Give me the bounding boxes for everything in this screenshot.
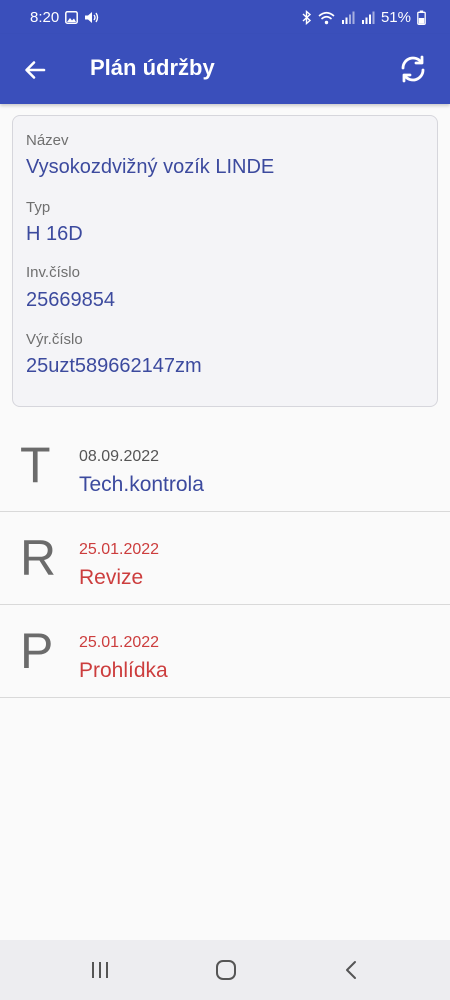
status-bar-left: 8:20 <box>30 9 99 26</box>
item-date: 25.01.2022 <box>79 541 160 558</box>
item-letter: R <box>20 530 57 586</box>
item-letter: P <box>20 623 54 679</box>
status-bar-right: 51% <box>302 9 426 26</box>
item-name: Prohlídka <box>79 659 168 682</box>
name-label: Název <box>26 132 69 149</box>
item-date: 25.01.2022 <box>79 634 160 651</box>
bluetooth-icon <box>302 10 312 25</box>
equipment-info-card: Název Vysokozdvižný vozík LINDE Typ H 16… <box>12 115 438 407</box>
page-title: Plán údržby <box>90 55 215 80</box>
system-back-button[interactable] <box>336 956 366 984</box>
maintenance-item-revize[interactable]: R 25.01.2022 Revize <box>0 512 450 605</box>
item-letter: T <box>20 437 51 493</box>
battery-icon <box>417 10 426 25</box>
recent-apps-button[interactable] <box>85 956 115 984</box>
recent-apps-icon <box>90 961 110 979</box>
inventory-number-label: Inv.číslo <box>26 264 80 281</box>
system-navigation-bar <box>0 940 450 1000</box>
type-value: H 16D <box>26 223 83 245</box>
refresh-button[interactable] <box>394 50 432 88</box>
signal-icon <box>361 11 375 24</box>
image-icon <box>65 11 79 24</box>
refresh-icon <box>398 54 428 84</box>
inventory-number-value: 25669854 <box>26 289 115 311</box>
home-button[interactable] <box>211 956 241 984</box>
home-icon <box>215 959 237 981</box>
back-button[interactable] <box>18 53 52 87</box>
item-name: Revize <box>79 566 144 589</box>
item-name: Tech.kontrola <box>79 473 204 496</box>
arrow-left-icon <box>23 58 47 82</box>
status-bar: 8:20 51% <box>0 0 450 34</box>
type-label: Typ <box>26 199 51 216</box>
name-value: Vysokozdvižný vozík LINDE <box>26 156 275 178</box>
status-time: 8:20 <box>30 9 60 26</box>
volume-icon <box>84 11 99 24</box>
app-bar: Plán údržby <box>0 34 450 104</box>
maintenance-item-prohlidka[interactable]: P 25.01.2022 Prohlídka <box>0 605 450 698</box>
item-date: 08.09.2022 <box>79 448 160 465</box>
serial-number-value: 25uzt589662147zm <box>26 355 202 377</box>
signal-icon <box>341 11 355 24</box>
serial-number-label: Výr.číslo <box>26 331 83 348</box>
back-icon <box>344 960 358 980</box>
battery-level: 51% <box>380 9 411 26</box>
wifi-icon <box>318 11 335 25</box>
maintenance-item-tech-kontrola[interactable]: T 08.09.2022 Tech.kontrola <box>0 419 450 512</box>
